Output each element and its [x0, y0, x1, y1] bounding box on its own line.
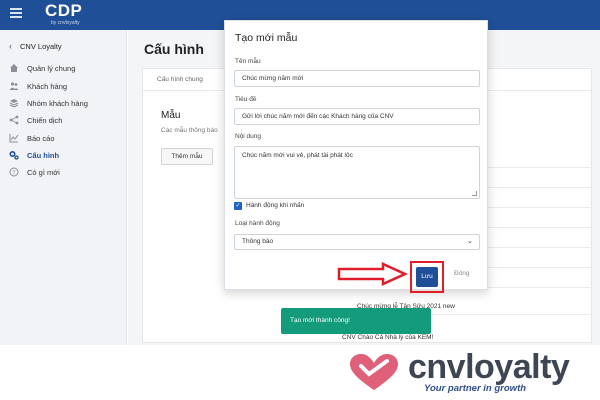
sidebar-item-reports[interactable]: Báo cáo	[9, 133, 55, 143]
sidebar-item-label: Nhóm khách hàng	[27, 98, 88, 108]
checkbox-label: Hành động khi nhấn	[246, 202, 305, 209]
sidebar-item-label: Khách hàng	[27, 81, 68, 91]
layers-icon	[9, 98, 19, 108]
gears-icon	[9, 150, 19, 160]
sidebar-item-label: Cấu hình	[27, 150, 60, 160]
modal-title: Tạo mới mẫu	[235, 32, 298, 44]
save-button[interactable]: Lưu	[416, 267, 438, 287]
arrow-right-icon	[337, 262, 409, 286]
app-logo: CDP	[45, 1, 83, 20]
chevron-down-icon: ⌄	[467, 238, 473, 245]
action-on-click-checkbox[interactable]: ✓	[234, 202, 242, 210]
add-template-button[interactable]: Thêm mẫu	[161, 148, 213, 165]
sidebar-item-label: Báo cáo	[27, 133, 55, 143]
sidebar-item-label: Có gì mới	[27, 167, 60, 177]
sidebar-item-label: Quản lý chung	[27, 63, 76, 73]
chart-icon	[9, 133, 19, 143]
subject-label: Tiêu đề	[235, 96, 257, 103]
success-toast: Tạo mới thành công!	[281, 308, 431, 334]
template-name-input[interactable]: Chúc mừng năm mới	[234, 70, 480, 87]
sidebar-item-campaigns[interactable]: Chiến dịch	[9, 115, 62, 125]
sidebar-item-whats-new[interactable]: ? Có gì mới	[9, 167, 60, 177]
action-type-label: Loại hành động	[235, 220, 280, 227]
create-template-modal: Tạo mới mẫu Tên mẫu Chúc mừng năm mới Ti…	[224, 20, 488, 293]
tab-general-settings[interactable]: Cấu hình chung	[157, 76, 203, 83]
save-highlight-box: Lưu	[410, 261, 444, 293]
branding-footer: cnvloyalty Your partner in growth	[0, 345, 600, 400]
share-icon	[9, 115, 19, 125]
list-item[interactable]: CNV Chào Cả Nhà lỳ của KEM!	[342, 334, 433, 341]
menu-icon[interactable]	[10, 8, 22, 18]
question-icon: ?	[9, 167, 19, 177]
sidebar-item-overview[interactable]: Quản lý chung	[9, 63, 75, 73]
app-logo-subtitle: by cnvloyalty	[51, 20, 80, 26]
sidebar-item-label: Chiến dịch	[27, 115, 63, 125]
sidebar: ‹ CNV Loyalty Quản lý chung Khách hàng Nh…	[0, 30, 127, 345]
section-description: Các mẫu thông báo	[161, 127, 218, 134]
sidebar-org-name: CNV Loyalty	[20, 42, 62, 51]
users-icon	[9, 81, 19, 91]
subject-input[interactable]: Gửi lời chúc năm mới đến các Khách hàng …	[234, 108, 480, 125]
template-name-label: Tên mẫu	[235, 58, 261, 65]
close-button[interactable]: Đóng	[454, 270, 470, 277]
sidebar-back-link[interactable]: ‹ CNV Loyalty	[9, 41, 62, 51]
section-title: Mẫu	[161, 110, 181, 121]
content-label: Nội dung	[235, 133, 262, 140]
sidebar-item-settings[interactable]: Cấu hình	[9, 150, 59, 160]
content-textarea[interactable]: Chúc năm mới vui vẻ, phát tài phát lộc	[234, 146, 480, 199]
page-title: Cấu hình	[144, 41, 204, 57]
chevron-left-icon: ‹	[9, 41, 12, 51]
sidebar-item-customer-groups[interactable]: Nhóm khách hàng	[9, 98, 88, 108]
home-icon	[9, 63, 19, 73]
sidebar-item-customers[interactable]: Khách hàng	[9, 81, 67, 91]
heart-logo-icon	[350, 354, 398, 390]
brand-name: cnvloyalty	[408, 348, 570, 386]
resize-handle-icon[interactable]	[472, 191, 477, 196]
svg-text:?: ?	[12, 169, 15, 176]
content-text: Chúc năm mới vui vẻ, phát tài phát lộc	[242, 152, 353, 159]
selected-value: Thông báo	[242, 238, 274, 245]
brand-tagline: Your partner in growth	[424, 383, 527, 394]
action-type-select[interactable]: Thông báo ⌄	[234, 234, 480, 250]
